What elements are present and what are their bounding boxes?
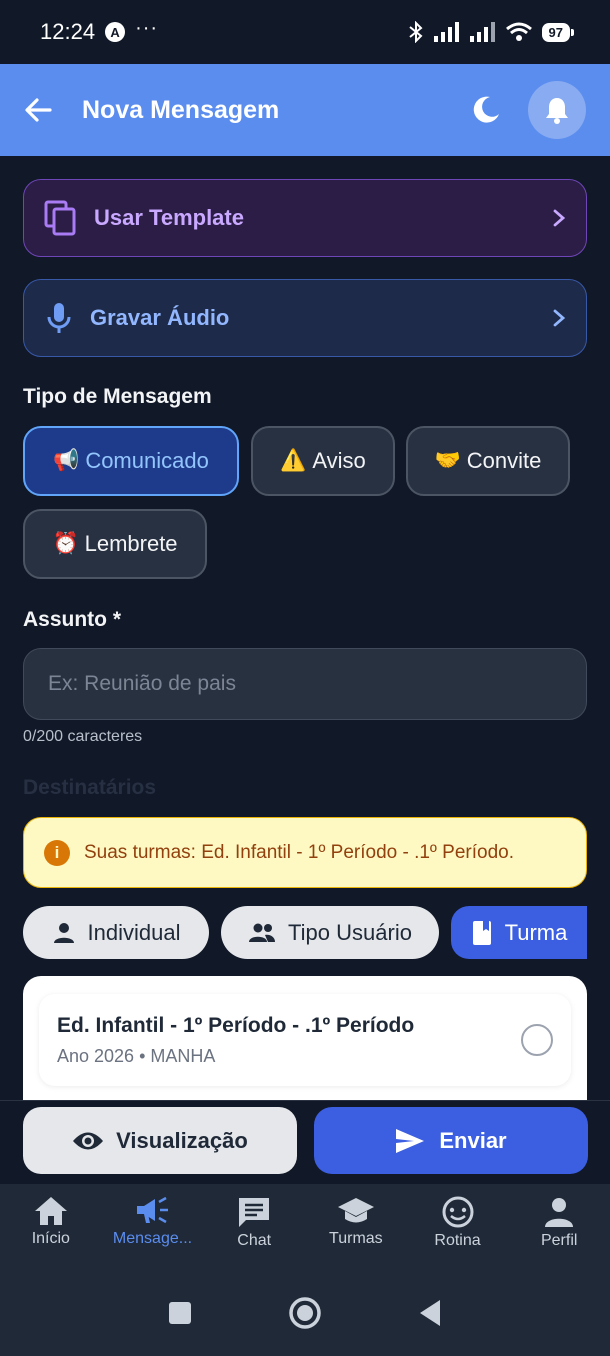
person-icon: [545, 1198, 574, 1227]
nav-item-profile[interactable]: Perfil: [508, 1184, 610, 1270]
system-navigation-bar: [0, 1270, 610, 1356]
classes-info-banner: i Suas turmas: Ed. Infantil - 1º Período…: [23, 817, 587, 888]
microphone-icon: [47, 303, 71, 333]
message-type-label: Tipo de Mensagem: [23, 385, 212, 408]
copy-template-icon: [44, 200, 76, 236]
megaphone-icon: [136, 1196, 168, 1224]
bell-icon: [546, 98, 568, 124]
megaphone-emoji-icon: 📢: [53, 449, 80, 472]
recent-apps-icon[interactable]: [168, 1301, 192, 1325]
preview-label: Visualização: [116, 1127, 248, 1153]
bluetooth-icon: [408, 21, 423, 43]
type-chip-convite[interactable]: 🤝 Convite: [406, 426, 570, 496]
page-title: Nova Mensagem: [82, 95, 280, 124]
back-arrow-icon[interactable]: [24, 96, 52, 124]
bottom-action-bar: Visualização Enviar: [0, 1100, 610, 1184]
preview-button[interactable]: Visualização: [23, 1107, 297, 1174]
wifi-icon: [505, 22, 532, 41]
dark-mode-moon-icon[interactable]: [470, 94, 502, 126]
recipients-label: Destinatários: [23, 776, 157, 799]
more-notifications-icon: ···: [135, 16, 159, 39]
app-notification-icon: A: [105, 22, 126, 42]
record-audio-button[interactable]: Gravar Áudio: [23, 279, 587, 357]
recipient-tab-class[interactable]: Turma: [451, 906, 587, 959]
class-subtitle: Ano 2026 • MANHA: [57, 1046, 216, 1066]
back-triangle-icon[interactable]: [418, 1299, 442, 1327]
send-button[interactable]: Enviar: [314, 1107, 588, 1174]
status-bar: 12:24 A ··· 97: [0, 0, 610, 64]
send-label: Enviar: [439, 1127, 507, 1153]
class-list-item[interactable]: Ed. Infantil - 1º Período - .1º Período …: [39, 994, 571, 1086]
nav-label: Rotina: [434, 1232, 481, 1249]
type-chip-label: Aviso: [312, 448, 366, 473]
chat-icon: [239, 1198, 270, 1227]
type-chip-label: Convite: [466, 448, 542, 473]
eye-icon: [73, 1132, 104, 1149]
signal-icon-2: [469, 22, 495, 42]
nav-label: Perfil: [540, 1232, 578, 1249]
recipient-tab-label: Turma: [504, 919, 568, 945]
recipient-tab-individual[interactable]: Individual: [23, 906, 209, 959]
alarm-clock-emoji-icon: ⏰: [52, 532, 79, 555]
chevron-right-icon: [553, 209, 566, 227]
signal-icon: [433, 22, 459, 42]
nav-label: Mensage...: [112, 1230, 193, 1247]
type-chip-lembrete[interactable]: ⏰ Lembrete: [23, 509, 207, 579]
status-time: 12:24: [40, 19, 96, 44]
classes-info-text: Suas turmas: Ed. Infantil - 1º Período -…: [84, 841, 514, 863]
bottom-navigation: Início Mensage... Chat Turmas Rotina Per…: [0, 1184, 610, 1270]
type-chip-aviso[interactable]: ⚠️ Aviso: [251, 426, 395, 496]
recipient-tab-user-type[interactable]: Tipo Usuário: [221, 906, 439, 959]
home-icon: [34, 1197, 67, 1225]
notifications-button[interactable]: [528, 81, 586, 139]
nav-item-messages[interactable]: Mensage...: [102, 1184, 204, 1270]
home-circle-icon[interactable]: [288, 1296, 322, 1330]
baby-face-icon: [442, 1196, 474, 1228]
group-icon: [249, 923, 276, 942]
send-icon: [396, 1128, 425, 1153]
nav-item-home[interactable]: Início: [0, 1184, 102, 1270]
nav-item-chat[interactable]: Chat: [203, 1184, 305, 1270]
use-template-label: Usar Template: [94, 205, 244, 230]
warning-emoji-icon: ⚠️: [280, 449, 307, 472]
type-chip-comunicado[interactable]: 📢 Comunicado: [23, 426, 239, 496]
message-form[interactable]: Usar Template Gravar Áudio Tipo de Mensa…: [0, 156, 610, 1100]
battery-indicator: 97: [541, 22, 575, 42]
school-icon: [337, 1198, 374, 1223]
recipient-tab-label: Individual: [87, 919, 181, 945]
nav-label: Turmas: [329, 1230, 383, 1247]
app-bar: Nova Mensagem: [0, 64, 610, 156]
recipient-tab-label: Tipo Usuário: [288, 919, 412, 945]
book-icon: [472, 920, 491, 945]
subject-input[interactable]: [23, 648, 587, 720]
class-title: Ed. Infantil - 1º Período - .1º Período: [57, 1014, 415, 1037]
handshake-emoji-icon: 🤝: [434, 449, 461, 472]
type-chip-label: Lembrete: [84, 531, 178, 556]
nav-label: Início: [31, 1230, 70, 1247]
nav-item-classes[interactable]: Turmas: [305, 1184, 407, 1270]
use-template-button[interactable]: Usar Template: [23, 179, 587, 257]
type-chip-label: Comunicado: [85, 448, 209, 473]
class-list: Ed. Infantil - 1º Período - .1º Período …: [23, 976, 587, 1100]
character-counter: 0/200 caracteres: [23, 728, 143, 745]
record-audio-label: Gravar Áudio: [90, 305, 230, 330]
info-icon: i: [44, 839, 70, 866]
person-icon: [53, 922, 74, 943]
nav-item-routine[interactable]: Rotina: [407, 1184, 509, 1270]
class-radio-button[interactable]: [521, 1024, 553, 1056]
nav-label: Chat: [237, 1232, 272, 1249]
chevron-right-icon: [553, 309, 566, 327]
subject-label: Assunto *: [23, 608, 122, 631]
